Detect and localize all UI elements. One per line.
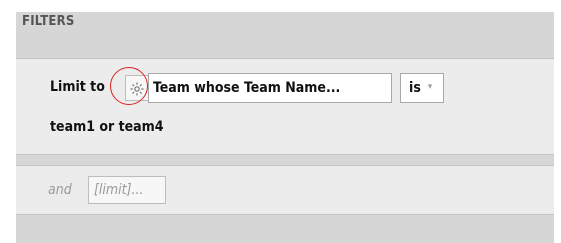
- filters-title: FILTERS: [22, 14, 75, 29]
- add-limit-button[interactable]: [limit]...: [88, 176, 166, 204]
- filter-row: Limit to Team whose Team Name... is ▾ te…: [16, 58, 554, 155]
- add-filter-row: and [limit]...: [16, 165, 554, 215]
- chevron-down-icon: ▾: [428, 82, 433, 92]
- limit-to-label: Limit to: [50, 79, 105, 95]
- operator-select[interactable]: is ▾: [400, 73, 444, 103]
- gear-icon: [130, 82, 144, 96]
- gear-button[interactable]: [125, 75, 149, 101]
- field-select[interactable]: Team whose Team Name...: [148, 73, 392, 103]
- operator-label: is: [409, 80, 421, 96]
- filter-value[interactable]: team1 or team4: [50, 119, 164, 135]
- and-label: and: [48, 182, 72, 198]
